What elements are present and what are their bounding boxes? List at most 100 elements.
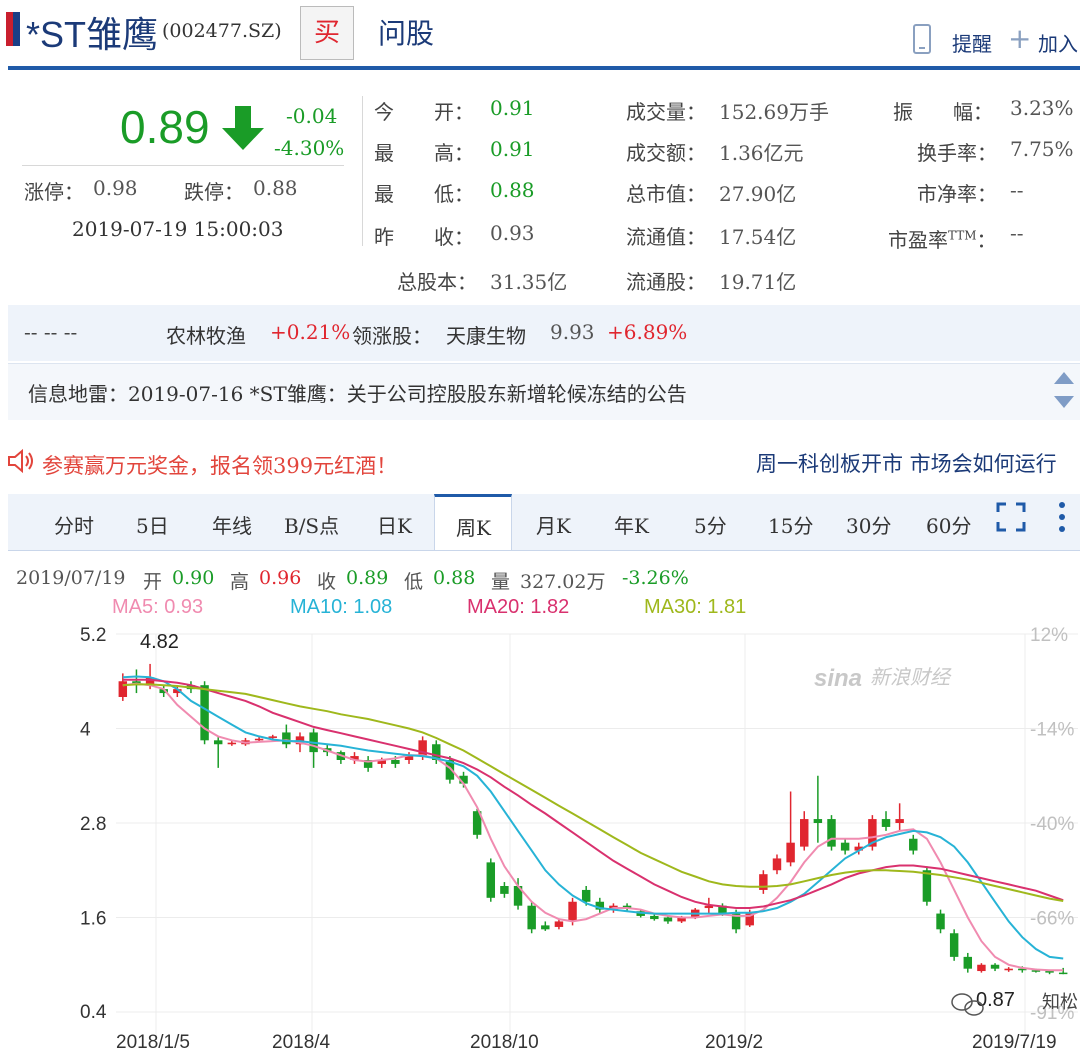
candle-body: [1004, 968, 1013, 971]
sector-industry[interactable]: 农林牧渔: [166, 320, 246, 349]
bar-low: 0.88: [433, 567, 476, 589]
open-label: 今 开：: [374, 100, 474, 124]
candle: [772, 854, 782, 875]
price-change-pct: -4.30%: [274, 136, 345, 160]
candle-body: [663, 917, 673, 922]
tab-60min[interactable]: 60分: [926, 510, 971, 539]
candle-body: [200, 685, 209, 741]
volume-value: 152.69万手: [719, 100, 829, 124]
tab-15min[interactable]: 15分: [768, 510, 813, 539]
leader-change: +6.89%: [607, 320, 688, 344]
wechat-watermark: 知松: [1042, 992, 1078, 1012]
candle-body: [213, 740, 223, 745]
stock-code: (002477.SZ): [162, 20, 282, 42]
high-value: 0.91: [490, 137, 535, 161]
pct-tick-label: 12%: [1030, 625, 1068, 646]
bar-change: -3.26%: [622, 567, 689, 589]
tab-monthly-k[interactable]: 月K: [536, 510, 571, 539]
tab-intraday[interactable]: 分时: [54, 510, 94, 539]
x-tick-label: 2019/2: [705, 1032, 763, 1053]
min-price-label: 0.87: [976, 989, 1015, 1011]
x-tick-label: 2018/4: [272, 1032, 331, 1053]
sector-industry-change: +0.21%: [270, 320, 351, 344]
pct-tick-label: -40%: [1030, 814, 1074, 835]
tab-weekly-k[interactable]: 周K: [456, 512, 491, 541]
more-icon[interactable]: [1058, 500, 1066, 534]
candle: [895, 803, 904, 831]
candle: [936, 909, 945, 934]
candle: [827, 815, 836, 851]
candle-body: [650, 915, 659, 920]
add-button[interactable]: 加入: [1038, 28, 1078, 57]
candle-body: [1058, 972, 1068, 975]
y-tick-label: 0.4: [80, 1002, 107, 1023]
candle-body: [813, 819, 823, 823]
candle-body: [527, 905, 536, 930]
candle: [541, 921, 550, 931]
candle-body: [881, 819, 891, 827]
fullscreen-icon[interactable]: [996, 502, 1026, 532]
current-price: 0.89: [120, 101, 210, 153]
divider: [362, 96, 363, 246]
buy-button[interactable]: 买: [300, 6, 354, 60]
sector-dashes: -- -- --: [24, 320, 78, 344]
candle: [527, 901, 536, 934]
market-cap-label: 总市值：: [626, 182, 706, 206]
ma30-legend: MA30: 1.81: [644, 596, 747, 618]
ma10-legend: MA10: 1.08: [290, 596, 393, 618]
candle-body: [391, 760, 400, 764]
flag-icon: [6, 12, 20, 46]
candle: [363, 756, 373, 772]
float-cap-label: 流通值：: [626, 225, 706, 249]
candle-body: [909, 838, 918, 851]
limit-down-label: 跌停：: [184, 180, 244, 204]
ask-stock-link[interactable]: 问股: [378, 12, 434, 52]
weekly-k-chart[interactable]: 5.2 12%4 -14%2.8 -40%1.6 -66%0.4 -91%2018/1/5…: [0, 620, 1080, 1053]
leader-stock[interactable]: 天康生物: [446, 320, 526, 349]
candle: [813, 775, 823, 843]
bar-low-label: 低: [404, 571, 424, 593]
tab-yearly-k[interactable]: 年K: [614, 510, 649, 539]
scroll-down-icon[interactable]: [1054, 396, 1074, 408]
plus-icon[interactable]: +: [1008, 22, 1031, 55]
float-shares-value: 19.71亿: [719, 270, 797, 294]
bar-vol-label: 量: [491, 571, 511, 593]
x-tick-label: 2019/7/19: [972, 1032, 1057, 1053]
candle: [800, 811, 809, 851]
ma30-line: [122, 683, 1064, 902]
candle-body: [568, 901, 577, 922]
divider: [22, 165, 344, 166]
candle-body: [486, 862, 496, 898]
scroll-up-icon[interactable]: [1054, 372, 1074, 384]
tab-daily-k[interactable]: 日K: [377, 510, 412, 539]
bar-date: 2019/07/19: [16, 567, 126, 589]
y-tick-label: 4: [80, 720, 91, 741]
promo-link[interactable]: 参赛赢万元奖金，报名领399元红酒！: [42, 450, 397, 480]
candle-body: [949, 933, 959, 957]
tab-30min[interactable]: 30分: [846, 510, 891, 539]
news-link[interactable]: 周一科创板开市 市场会如何运行: [756, 448, 1057, 478]
ma5-line: [122, 682, 1064, 972]
candle: [990, 963, 1000, 972]
turnover-rate-label: 换手率：: [917, 141, 997, 165]
low-value: 0.88: [490, 178, 535, 202]
info-mine-text[interactable]: 信息地雷：2019-07-16 *ST雏鹰：关于公司控股股东新增轮候冻结的公告: [28, 378, 687, 407]
phone-icon[interactable]: [913, 24, 931, 54]
quote-time: 2019-07-19 15:00:03: [72, 217, 284, 241]
tab-bs-points[interactable]: B/S点: [284, 510, 339, 539]
limit-down-value: 0.88: [253, 176, 298, 200]
tab-5day[interactable]: 5日: [136, 510, 169, 539]
prev-close-label: 昨 收：: [374, 225, 474, 249]
tab-5min[interactable]: 5分: [694, 510, 727, 539]
candle: [309, 728, 318, 768]
candle: [1004, 967, 1013, 972]
candle: [977, 963, 986, 973]
candle: [909, 834, 918, 855]
low-label: 最 低：: [374, 182, 474, 206]
remind-button[interactable]: 提醒: [952, 28, 992, 57]
limit-up-label: 涨停：: [24, 180, 84, 204]
pe-label: 市盈率TTM：: [888, 228, 997, 252]
prev-close-value: 0.93: [490, 221, 535, 245]
tab-year-line[interactable]: 年线: [212, 510, 252, 539]
candle: [759, 870, 768, 894]
